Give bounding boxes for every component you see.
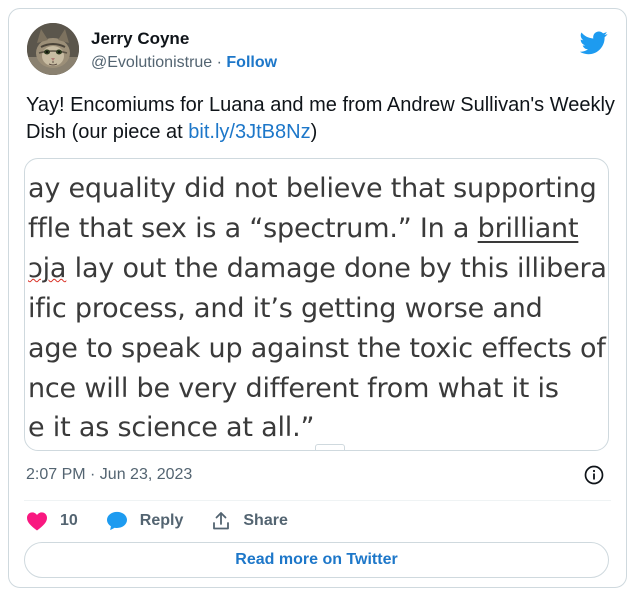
media-text-segment: ffle that sex is a “spectrum.” In a (28, 213, 478, 244)
like-count: 10 (60, 512, 78, 529)
media-underlined-word: brilliant (477, 213, 579, 244)
media-text-line: nce will be very different from what it … (28, 373, 559, 404)
twitter-bird-icon[interactable] (579, 31, 608, 55)
author-name[interactable]: Jerry Coyne (91, 29, 189, 49)
media-text-line: ific process, and it’s getting worse and (28, 293, 543, 324)
tweet-text-body: Yay! Encomiums for Luana and me from And… (26, 94, 615, 143)
author-handle[interactable]: @Evolutionistrue (91, 54, 212, 71)
avatar-cat-image (27, 23, 79, 75)
author-handle-line: @Evolutionistrue · Follow (91, 54, 277, 72)
media-image[interactable]: ay equality did not believe that support… (24, 158, 609, 451)
media-text-line: ɔja lay out the damage done by this illi… (28, 253, 609, 284)
tweet-actions: 10 Reply Share (26, 509, 316, 533)
follow-button[interactable]: Follow (226, 54, 277, 71)
media-scroll-handle (315, 444, 345, 450)
heart-icon (27, 512, 47, 531)
media-text-line: ay equality did not believe that support… (28, 173, 597, 204)
embedded-tweet-card: Jerry Coyne @Evolutionistrue · Follow Ya… (8, 8, 627, 588)
like-button[interactable]: 10 (26, 511, 78, 531)
media-text-line: age to speak up against the toxic effect… (28, 333, 606, 364)
tweet-link[interactable]: bit.ly/3JtB8Nz (188, 121, 310, 143)
handle-separator: · (212, 54, 227, 71)
tweet-text: Yay! Encomiums for Luana and me from And… (26, 92, 616, 146)
share-button[interactable]: Share (211, 511, 288, 531)
reply-bubble-icon (106, 511, 127, 531)
tweet-text-end: ) (310, 121, 318, 143)
info-icon[interactable] (584, 465, 604, 485)
media-text-segment: lay out the damage done by this illibera… (66, 253, 609, 284)
reply-label: Reply (139, 512, 184, 529)
media-text-line: ffle that sex is a “spectrum.” In a bril… (28, 213, 579, 244)
share-label: Share (243, 512, 288, 529)
reply-button[interactable]: Reply (106, 511, 184, 531)
avatar[interactable] (27, 23, 79, 75)
tweet-timestamp[interactable]: 2:07 PM · Jun 23, 2023 (26, 466, 192, 484)
read-more-button[interactable]: Read more on Twitter (24, 542, 609, 578)
share-icon (213, 512, 230, 530)
media-misspelled-word: ɔja (28, 253, 67, 284)
divider (24, 500, 611, 501)
media-text-line: e it as science at all.” (28, 412, 315, 443)
